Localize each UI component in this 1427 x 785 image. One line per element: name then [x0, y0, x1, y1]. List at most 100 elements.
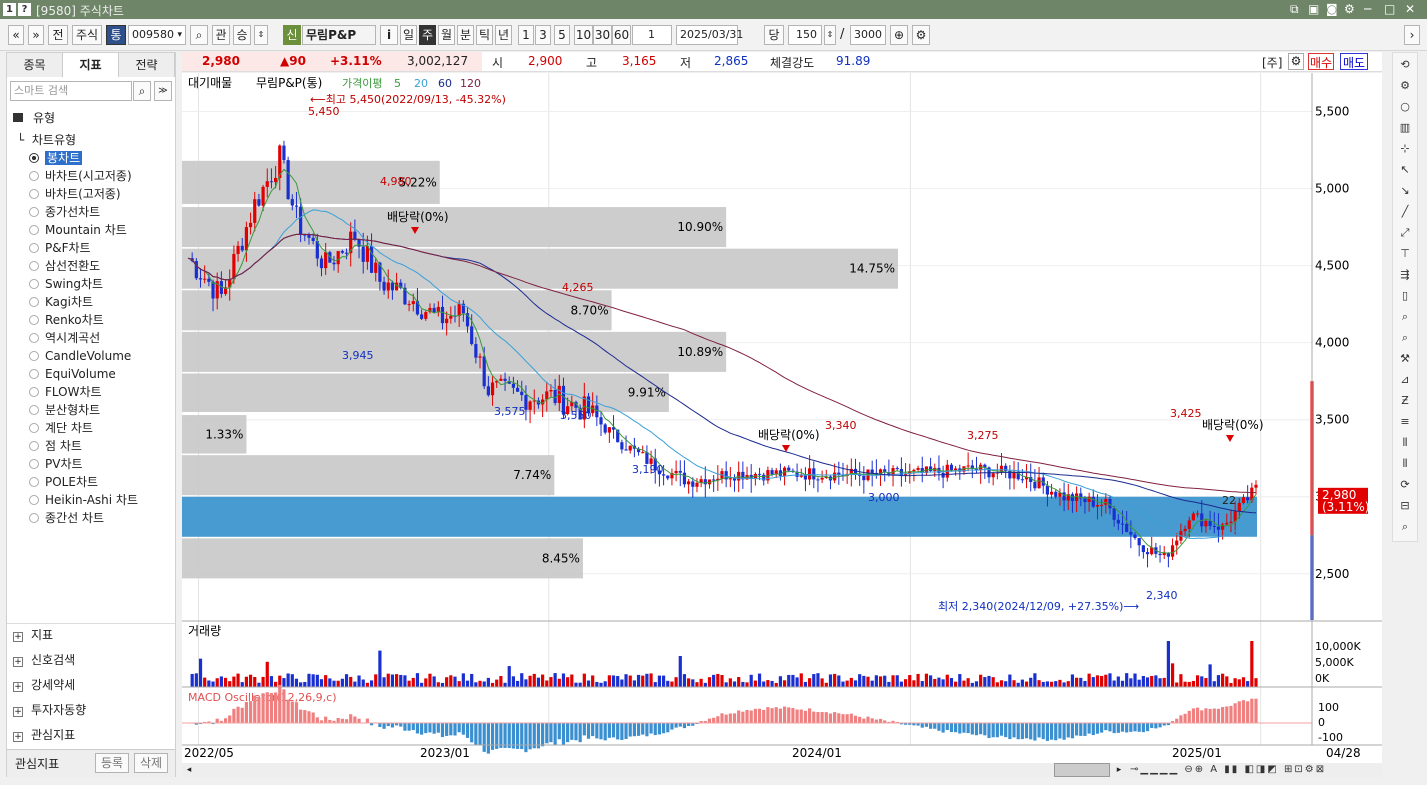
gwan-button[interactable]: 관	[212, 25, 230, 45]
expand-plus-icon[interactable]: +	[13, 682, 23, 692]
minute-3-button[interactable]: 10	[574, 25, 593, 45]
chart-type-option[interactable]: P&F차트	[29, 240, 91, 256]
radio-icon[interactable]	[29, 495, 39, 505]
date-input[interactable]: 2025/03/31	[676, 25, 743, 45]
sell-button[interactable]: 매도	[1340, 53, 1368, 70]
radio-icon[interactable]	[29, 261, 39, 271]
settings-icon[interactable]: ⚙	[1344, 2, 1355, 16]
bars-icon[interactable]: ▥	[1397, 120, 1413, 136]
find-icon[interactable]: ⌕	[1397, 519, 1413, 535]
chart-type-option[interactable]: PV차트	[29, 456, 83, 472]
chart-type-option[interactable]: CandleVolume	[29, 348, 131, 364]
code-input[interactable]: 009580 ▾	[128, 25, 186, 45]
chart-type-option[interactable]: 봉차트	[29, 150, 83, 166]
spin-icon[interactable]: ⇕	[254, 25, 268, 45]
screenshot-icon[interactable]: ◙	[1326, 2, 1338, 16]
chart-nav-controls[interactable]: ⊸▁▁▁▁ ⊖⊕ A ▮▮ ◧◨◩ ⊞⊡⚙⊠	[1130, 763, 1380, 777]
section-3[interactable]: + 투자자동향	[13, 700, 86, 720]
section-1[interactable]: + 신호검색	[13, 650, 75, 670]
expand-plus-icon[interactable]: +	[13, 707, 23, 717]
left-tab-0[interactable]: 종목	[7, 53, 63, 77]
tool-icon[interactable]: ⚒	[1397, 351, 1413, 367]
zoom-icon[interactable]: ⊕	[890, 25, 908, 45]
expand-plus-icon[interactable]: +	[13, 732, 23, 742]
chart-type-option[interactable]: Swing차트	[29, 276, 103, 292]
chart-type-option[interactable]: FLOW차트	[29, 384, 102, 400]
radio-icon[interactable]	[29, 315, 39, 325]
grid-icon[interactable]: ≡	[1397, 414, 1413, 430]
period-1-button[interactable]: 주	[419, 25, 436, 45]
minute-5-button[interactable]: 60	[612, 25, 631, 45]
radio-icon[interactable]	[29, 351, 39, 361]
auto-line-icon[interactable]: ⤢	[1397, 225, 1413, 241]
radio-icon[interactable]	[29, 387, 39, 397]
radio-icon[interactable]	[29, 459, 39, 469]
vbars-icon[interactable]: ⦀	[1397, 435, 1413, 451]
radio-icon[interactable]	[29, 189, 39, 199]
triangle-icon[interactable]: ⊿	[1397, 372, 1413, 388]
cross-icon[interactable]: ⊹	[1397, 141, 1413, 157]
radio-icon[interactable]	[29, 477, 39, 487]
chart-type-option[interactable]: Heikin-Ashi 차트	[29, 492, 138, 508]
chart-type-option[interactable]: 바차트(시고저종)	[29, 168, 132, 184]
radio-icon[interactable]	[29, 405, 39, 415]
date-today-button[interactable]: 당	[764, 25, 784, 45]
prev-button[interactable]: 전	[48, 25, 68, 45]
period-0-button[interactable]: 일	[400, 25, 417, 45]
view-count-spin-icon[interactable]: ⇕	[824, 25, 836, 45]
radio-icon[interactable]	[29, 153, 39, 163]
radio-icon[interactable]	[29, 441, 39, 451]
chart-type-option[interactable]: 삼선전환도	[29, 258, 100, 274]
zoom-icon[interactable]: ⌕	[1397, 309, 1413, 325]
chevron-down-icon[interactable]: ▾	[177, 26, 182, 44]
radio-icon[interactable]	[29, 243, 39, 253]
buy-button[interactable]: 매수	[1308, 53, 1334, 70]
minute-0-button[interactable]: 1	[518, 25, 534, 45]
save-icon[interactable]: ▣	[1308, 2, 1319, 16]
menu-icon[interactable]: 1	[3, 3, 16, 16]
section-2[interactable]: + 강세약세	[13, 675, 75, 695]
period-4-button[interactable]: 틱	[476, 25, 493, 45]
total-count-input[interactable]: 3000	[850, 25, 886, 45]
radio-icon[interactable]	[29, 333, 39, 343]
candle-icon[interactable]: ▯	[1397, 288, 1413, 304]
circle-icon[interactable]: ○	[1397, 99, 1413, 115]
chart-scrollbar[interactable]: ◂ ▸ ⊸▁▁▁▁ ⊖⊕ A ▮▮ ◧◨◩ ⊞⊡⚙⊠	[182, 763, 1382, 777]
type-group[interactable]: 유형	[13, 108, 55, 128]
smart-search-input[interactable]: 스마트 검색	[10, 81, 132, 101]
search-icon[interactable]: ⌕	[133, 81, 151, 101]
link-icon[interactable]: ⧉	[1290, 2, 1299, 17]
view-count-input[interactable]: 150	[788, 25, 822, 45]
expand-plus-icon[interactable]: +	[13, 632, 23, 642]
config-icon[interactable]: ⚙	[1397, 78, 1413, 94]
radio-icon[interactable]	[29, 171, 39, 181]
chart-type-option[interactable]: Kagi차트	[29, 294, 93, 310]
chart-type-option[interactable]: 분산형차트	[29, 402, 100, 418]
arrow-icon[interactable]: ↘	[1397, 183, 1413, 199]
period-2-button[interactable]: 월	[438, 25, 455, 45]
market-type-button[interactable]: 주식	[72, 25, 102, 45]
refresh-icon[interactable]: ⟳	[1397, 477, 1413, 493]
chart-type-option[interactable]: 역시계곡선	[29, 330, 100, 346]
text-icon[interactable]: ⊤	[1397, 246, 1413, 262]
minute-4-button[interactable]: 30	[593, 25, 612, 45]
radio-icon[interactable]	[29, 369, 39, 379]
help-icon[interactable]: ?	[18, 3, 31, 16]
seung-button[interactable]: 승	[233, 25, 251, 45]
scroll-left-icon[interactable]: ◂	[182, 763, 196, 777]
minute-2-button[interactable]: 5	[554, 25, 570, 45]
collapse-icon[interactable]: ≫	[154, 81, 172, 101]
search-icon[interactable]: ⌕	[190, 25, 208, 45]
radio-icon[interactable]	[29, 423, 39, 433]
gear-icon[interactable]: ⚙	[1288, 53, 1304, 70]
chart-type-option[interactable]: Mountain 차트	[29, 222, 127, 238]
tong-button[interactable]: 통	[106, 25, 126, 45]
left-tab-1[interactable]: 지표	[63, 53, 119, 77]
vbars2-icon[interactable]: ⦀	[1397, 456, 1413, 472]
expand-plus-icon[interactable]: +	[13, 657, 23, 667]
zigzag-icon[interactable]: Ƶ	[1397, 393, 1413, 409]
chart-type-option[interactable]: 바차트(고저종)	[29, 186, 121, 202]
section-4[interactable]: + 관심지표	[13, 725, 75, 745]
register-button[interactable]: 등록	[95, 753, 129, 773]
line-icon[interactable]: ╱	[1397, 204, 1413, 220]
